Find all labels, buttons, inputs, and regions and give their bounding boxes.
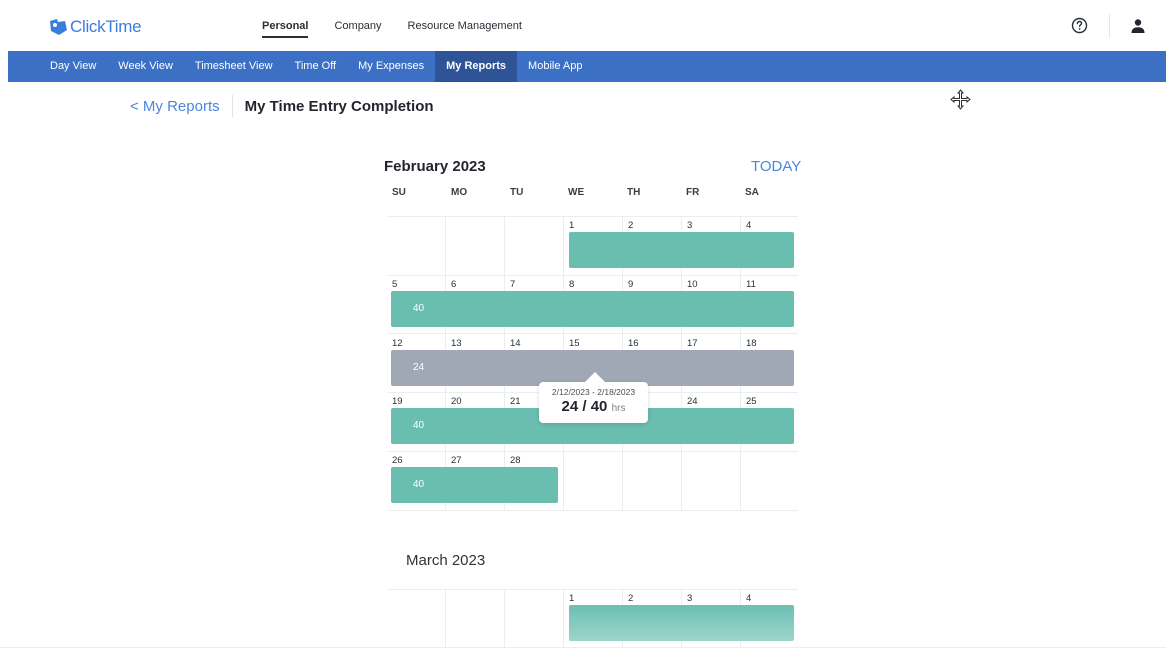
calendar-day[interactable]: 11	[746, 279, 756, 290]
calendar-grid-line	[504, 589, 505, 647]
calendar-day[interactable]: 21	[510, 396, 521, 407]
tooltip-hours-unit: hrs	[611, 403, 626, 414]
calendar-grid-line	[445, 589, 446, 647]
calendar-day[interactable]: 1	[569, 220, 574, 231]
week-hours-label: 40	[413, 420, 425, 431]
top-nav-personal[interactable]: Personal	[262, 20, 309, 38]
heading-divider	[231, 95, 233, 117]
calendar-grid-line	[387, 216, 798, 217]
calendar-day[interactable]: 25	[746, 396, 757, 407]
week-hours-label: 40	[413, 479, 425, 490]
tooltip-hours: 24 / 40 hrs	[539, 398, 648, 415]
calendar-day[interactable]: 9	[628, 279, 633, 290]
calendar-day[interactable]: 3	[687, 220, 692, 231]
calendar-day[interactable]: 12	[392, 338, 403, 349]
week-completion-bar[interactable]	[569, 232, 794, 268]
tooltip-date-range: 2/12/2023 - 2/18/2023	[551, 387, 636, 397]
weekday-header: FR	[686, 187, 700, 198]
calendar-day[interactable]: 1	[569, 593, 574, 604]
tooltip-hours-value: 24 / 40	[561, 398, 608, 415]
calendar-grid-line	[387, 275, 798, 276]
calendar-day[interactable]: 27	[451, 455, 462, 466]
week-hours-tooltip: 2/12/2023 - 2/18/2023 24 / 40 hrs	[539, 372, 648, 423]
calendar-grid-line	[387, 451, 798, 452]
calendar-day[interactable]: 26	[392, 455, 403, 466]
calendar-day[interactable]: 4	[746, 220, 751, 231]
sub-nav-day-view[interactable]: Day View	[8, 51, 107, 82]
weekday-header: SU	[392, 187, 406, 198]
calendar-day[interactable]: 6	[451, 279, 456, 290]
calendar-grid-line	[563, 589, 564, 647]
calendar-grid-line	[387, 510, 798, 511]
calendar-day[interactable]: 2	[628, 220, 633, 231]
clicktime-logo[interactable]: ClickTime	[48, 17, 142, 37]
calendar-grid-line	[387, 589, 798, 590]
page-title: My Time Entry Completion	[244, 97, 434, 115]
sub-nav-week-view[interactable]: Week View	[107, 51, 184, 82]
sub-nav-timesheet-view[interactable]: Timesheet View	[184, 51, 284, 82]
calendar-day[interactable]: 20	[451, 396, 462, 407]
calendar-day[interactable]: 14	[510, 338, 521, 349]
top-nav-resource-management[interactable]: Resource Management	[408, 20, 522, 38]
calendar-day[interactable]: 18	[746, 338, 757, 349]
week-hours-label: 24	[413, 362, 425, 373]
calendar-day[interactable]: 24	[687, 396, 698, 407]
week-completion-bar[interactable]: 40	[391, 467, 558, 503]
calendar-day[interactable]: 17	[687, 338, 698, 349]
top-nav: Personal Company Resource Management	[262, 20, 548, 38]
page-bottom-border	[0, 647, 1166, 648]
calendar-day[interactable]: 4	[746, 593, 751, 604]
week-completion-bar[interactable]: 40	[391, 291, 794, 327]
calendar-day[interactable]: 28	[510, 455, 521, 466]
header-divider	[1109, 14, 1110, 38]
calendar-day[interactable]: 5	[392, 279, 397, 290]
sub-nav-my-reports[interactable]: My Reports	[435, 51, 518, 82]
weekday-header: WE	[568, 187, 585, 198]
sub-nav: Day View Week View Timesheet View Time O…	[8, 51, 1166, 82]
move-cursor-icon	[950, 89, 971, 110]
week-hours-label: 40	[413, 303, 425, 314]
today-button[interactable]: TODAY	[751, 158, 801, 175]
weekday-header: MO	[451, 187, 468, 198]
brand-name: ClickTime	[70, 17, 142, 36]
sub-nav-time-off[interactable]: Time Off	[284, 51, 348, 82]
calendar-day[interactable]: 10	[687, 279, 698, 290]
clicktime-logo-icon	[50, 19, 67, 35]
calendar-day[interactable]: 15	[569, 338, 580, 349]
weekday-header: TU	[510, 187, 524, 198]
top-nav-company[interactable]: Company	[334, 20, 381, 38]
page-heading: < My Reports My Time Entry Completion	[130, 95, 434, 117]
calendar-day[interactable]: 8	[569, 279, 574, 290]
february-month-title: February 2023	[384, 158, 486, 175]
march-month-title: March 2023	[406, 552, 486, 569]
help-icon[interactable]	[1071, 17, 1088, 34]
calendar-day[interactable]: 2	[628, 593, 633, 604]
week-completion-bar[interactable]	[569, 605, 794, 641]
calendar-day[interactable]: 3	[687, 593, 692, 604]
weekday-header: TH	[627, 187, 641, 198]
calendar-grid-line	[387, 333, 798, 334]
weekday-header: SA	[745, 187, 759, 198]
calendar-day[interactable]: 19	[392, 396, 403, 407]
user-icon[interactable]	[1130, 18, 1146, 34]
sub-nav-my-expenses[interactable]: My Expenses	[347, 51, 435, 82]
top-header: ClickTime Personal Company Resource Mana…	[0, 0, 1166, 51]
calendar-day[interactable]: 16	[628, 338, 639, 349]
back-to-my-reports-link[interactable]: < My Reports	[130, 98, 220, 115]
calendar-day[interactable]: 7	[510, 279, 515, 290]
sub-nav-mobile-app[interactable]: Mobile App	[517, 51, 593, 82]
calendar-day[interactable]: 13	[451, 338, 462, 349]
